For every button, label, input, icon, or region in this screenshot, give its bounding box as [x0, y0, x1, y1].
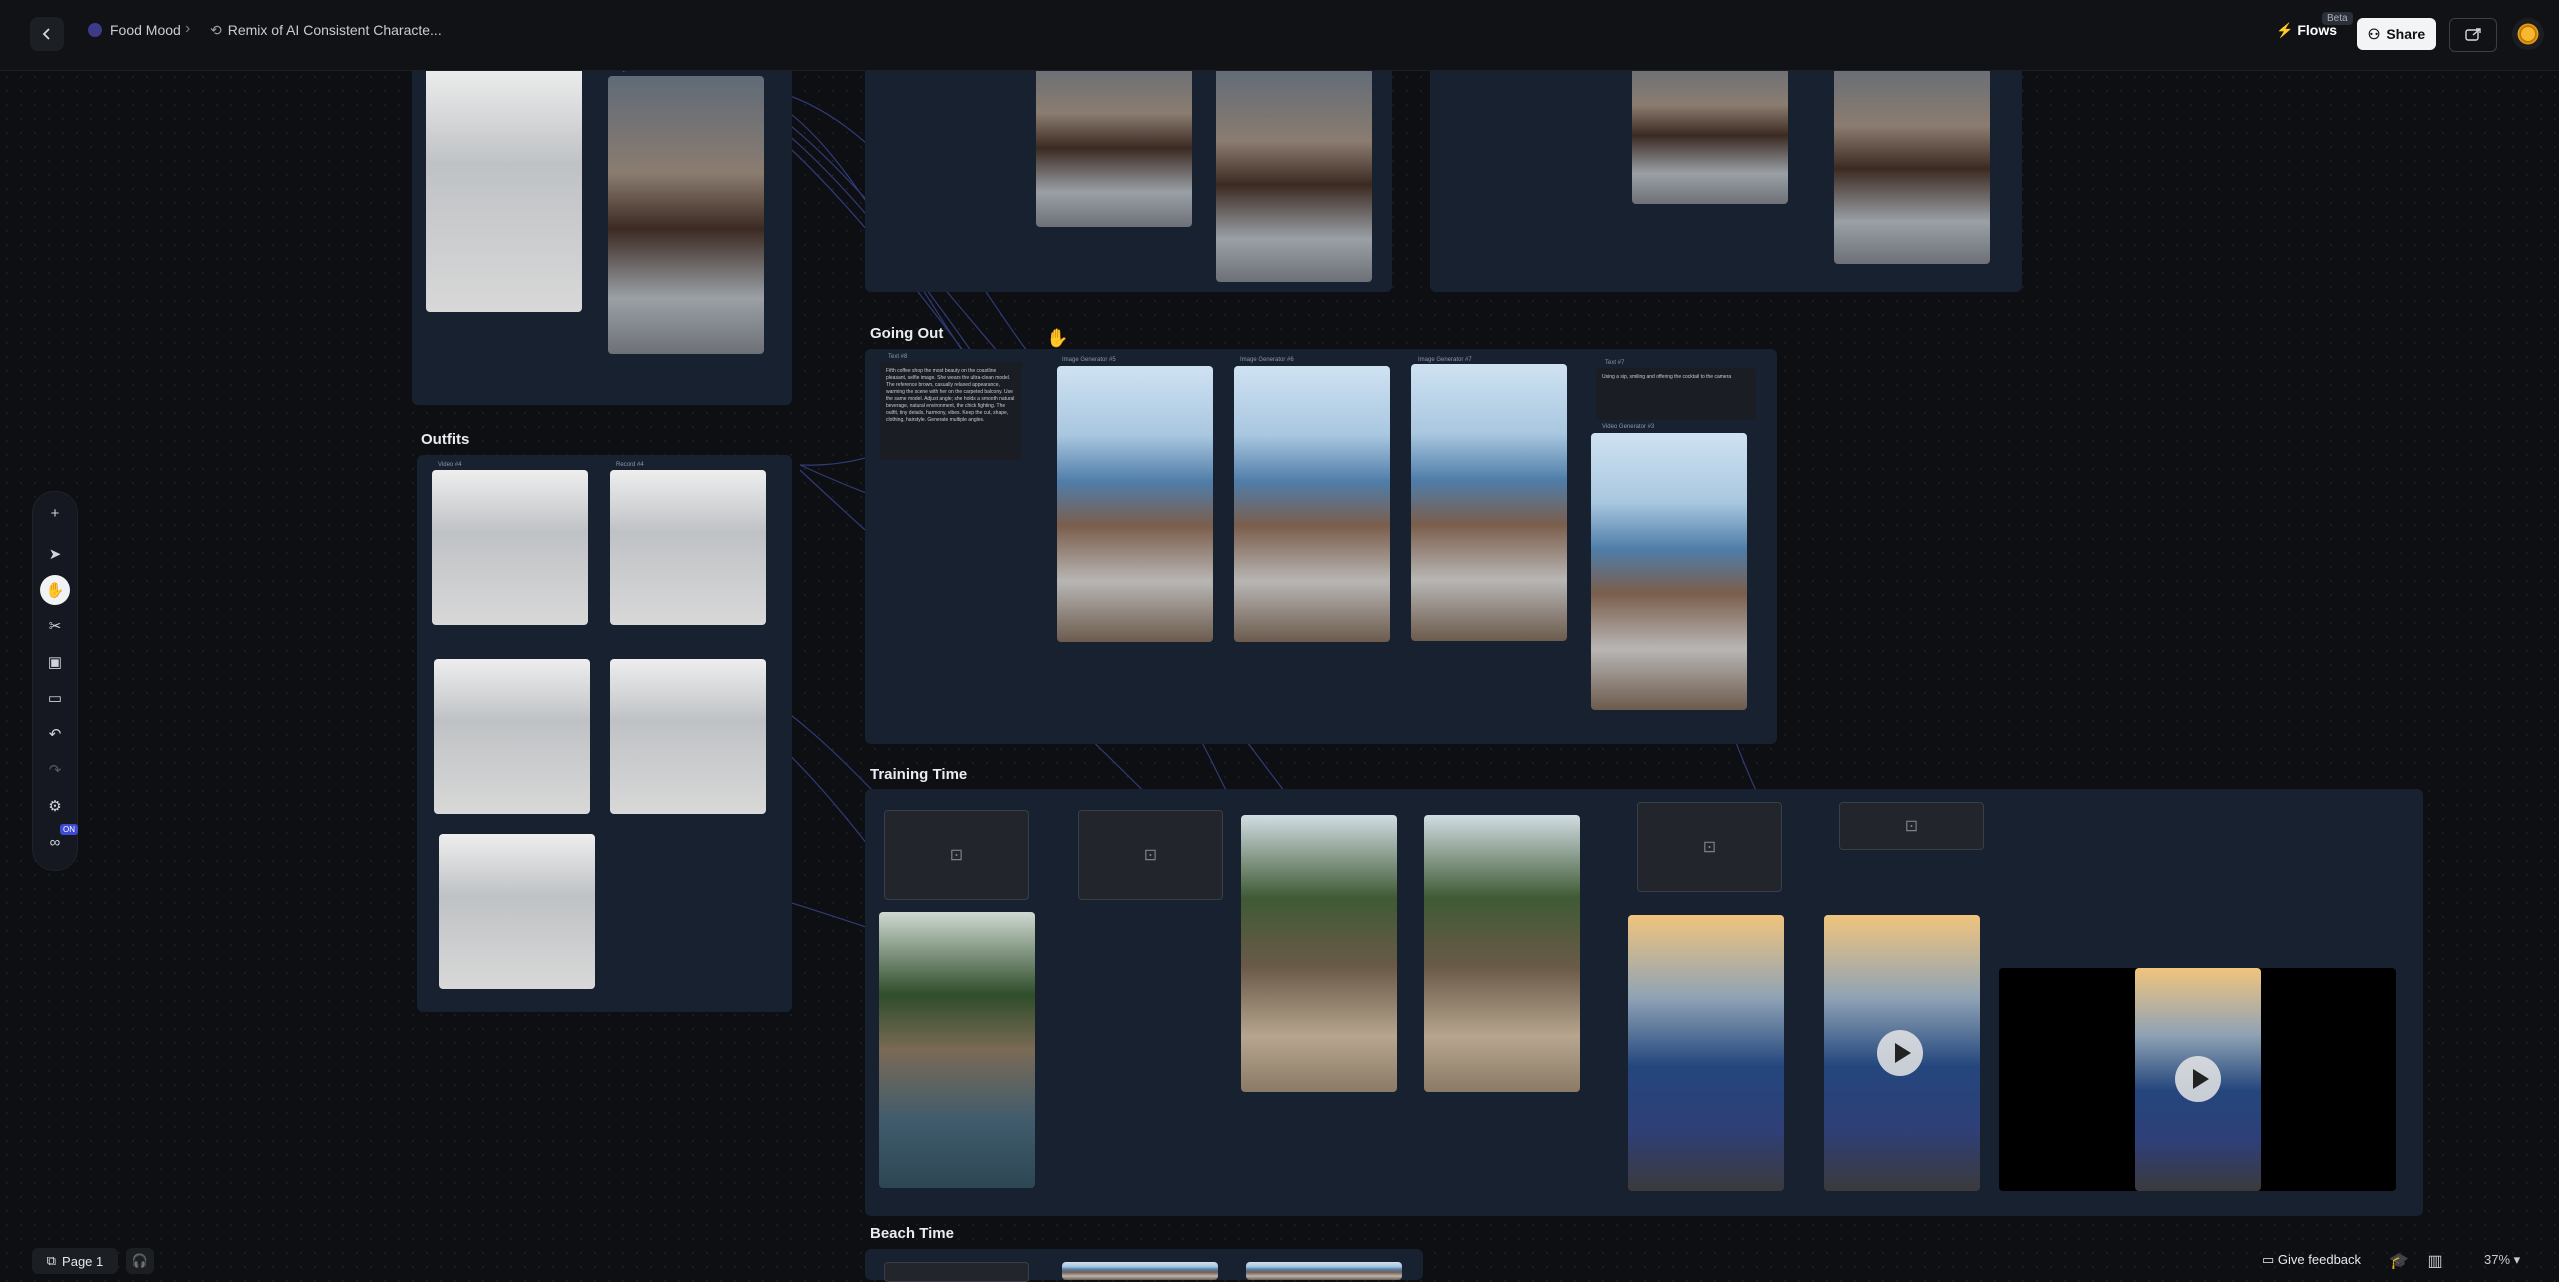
scissors-icon[interactable]: ✂	[40, 611, 70, 641]
node-label: Video #4	[438, 462, 462, 468]
remix-icon: ⟲	[210, 22, 222, 38]
learn-icon[interactable]: 🎓	[2388, 1250, 2410, 1272]
left-toolbar: + ➤ ✋ ✂ ▣ ▭ ↶ ↷ ⚙ ∞ ON	[32, 491, 78, 871]
outfit-black-coat-image[interactable]	[610, 659, 766, 814]
export-icon	[2465, 28, 2481, 41]
back-button[interactable]	[30, 17, 64, 51]
bolt-icon: ⚡	[2276, 22, 2294, 38]
group-title-outfits[interactable]: Outfits	[421, 431, 469, 448]
outfit-activewear-image[interactable]	[434, 659, 590, 814]
redo-icon[interactable]: ↷	[40, 755, 70, 785]
empty-text-node[interactable]: ⊡	[1078, 810, 1223, 900]
training-lake-image[interactable]	[879, 912, 1035, 1188]
outfit-hoodie-image[interactable]	[432, 470, 588, 625]
support-button[interactable]: 🎧	[126, 1248, 154, 1274]
page-icon: ⧉	[46, 1253, 57, 1268]
full-body-reference-image[interactable]	[426, 66, 582, 312]
cycling-image-1[interactable]	[1628, 915, 1784, 1191]
breadcrumb-file[interactable]: ⟲ Remix of AI Consistent Characte...	[210, 22, 442, 39]
airport-selfie-image-2[interactable]	[1216, 66, 1372, 282]
node-label: Record #4	[616, 462, 644, 468]
node-label: Image Generator #6	[1240, 357, 1294, 363]
feedback-label: Give feedback	[2277, 1252, 2362, 1267]
hand-cursor-icon: ✋	[1046, 328, 1069, 348]
file-name: Remix of AI Consistent Characte...	[227, 22, 442, 38]
give-feedback-button[interactable]: ▭ Give feedback	[2262, 1252, 2361, 1268]
play-icon[interactable]	[1877, 1030, 1923, 1076]
city-selfie-image-1[interactable]	[1632, 52, 1788, 204]
going-out-image-2[interactable]	[1234, 366, 1390, 642]
going-out-short-prompt-node[interactable]: Using a sip, smiling and offering the co…	[1596, 368, 1756, 420]
node-label: Video Generator #3	[1602, 424, 1655, 430]
breadcrumb-project[interactable]: Food Mood	[88, 22, 181, 38]
beta-badge: Beta	[2322, 12, 2353, 25]
feedback-icon: ▭	[2262, 1252, 2275, 1267]
chevron-down-icon: ▾	[2513, 1252, 2521, 1267]
group-title-training-time[interactable]: Training Time	[870, 766, 967, 783]
node-label: Text #8	[888, 354, 908, 360]
beach-image-2[interactable]	[1246, 1262, 1402, 1280]
going-out-prompt-node[interactable]: Fifth coffee shop the most beauty on the…	[880, 362, 1022, 460]
user-avatar[interactable]	[2512, 18, 2544, 50]
page-selector[interactable]: ⧉ Page 1	[32, 1248, 118, 1274]
cursor-icon[interactable]: ➤	[40, 539, 70, 569]
empty-text-node[interactable]	[884, 1262, 1029, 1282]
going-out-image-4[interactable]	[1591, 433, 1747, 710]
outfit-swimwear-image[interactable]	[439, 834, 595, 989]
zoom-value: 37%	[2484, 1252, 2511, 1267]
play-icon[interactable]	[2175, 1056, 2221, 1102]
going-out-image-3[interactable]	[1411, 364, 1567, 641]
group-title-going-out[interactable]: Going Out	[870, 325, 943, 342]
chevron-left-icon	[42, 28, 50, 40]
hand-icon[interactable]: ✋	[40, 575, 70, 605]
node-label: Image Generator #5	[1062, 357, 1116, 363]
sticky-note-icon[interactable]: ▣	[40, 647, 70, 677]
zoom-level[interactable]: 37% ▾	[2484, 1252, 2520, 1268]
on-badge: ON	[60, 824, 78, 835]
node-label: Text #7	[1605, 360, 1625, 366]
outfit-sweater-jeans-image[interactable]	[610, 470, 766, 625]
users-icon: ⚇	[2367, 25, 2381, 42]
plus-icon[interactable]: +	[40, 498, 70, 528]
export-button[interactable]	[2449, 18, 2497, 52]
headset-icon: 🎧	[131, 1253, 149, 1268]
share-button[interactable]: ⚇ Share	[2357, 18, 2436, 50]
beach-image-1[interactable]	[1062, 1262, 1218, 1280]
breadcrumb-chevron-icon: ›	[185, 20, 191, 37]
empty-text-node[interactable]: ⊡	[884, 810, 1029, 900]
top-bar: Food Mood › ⟲ Remix of AI Consistent Char…	[0, 0, 2559, 71]
undo-icon[interactable]: ↶	[40, 719, 70, 749]
training-selfie-image-1[interactable]	[1241, 815, 1397, 1092]
project-icon	[88, 23, 102, 37]
project-name: Food Mood	[110, 22, 181, 38]
page-label: Page 1	[62, 1253, 104, 1269]
profile-reference-image[interactable]	[608, 76, 764, 354]
training-selfie-image-2[interactable]	[1424, 815, 1580, 1092]
empty-text-node[interactable]: ⊡	[1839, 802, 1984, 850]
going-out-image-1[interactable]	[1057, 366, 1213, 642]
group-title-beach-time[interactable]: Beach Time	[870, 1225, 954, 1242]
airport-selfie-image-1[interactable]	[1036, 52, 1192, 227]
city-portrait-image[interactable]	[1834, 52, 1990, 264]
node-label: Image Generator #7	[1418, 357, 1472, 363]
map-icon[interactable]: ▥	[2424, 1250, 2446, 1272]
settings-icon[interactable]: ⚙	[40, 791, 70, 821]
comment-icon[interactable]: ▭	[40, 683, 70, 713]
share-label: Share	[2386, 26, 2426, 42]
empty-text-node[interactable]: ⊡	[1637, 802, 1782, 892]
